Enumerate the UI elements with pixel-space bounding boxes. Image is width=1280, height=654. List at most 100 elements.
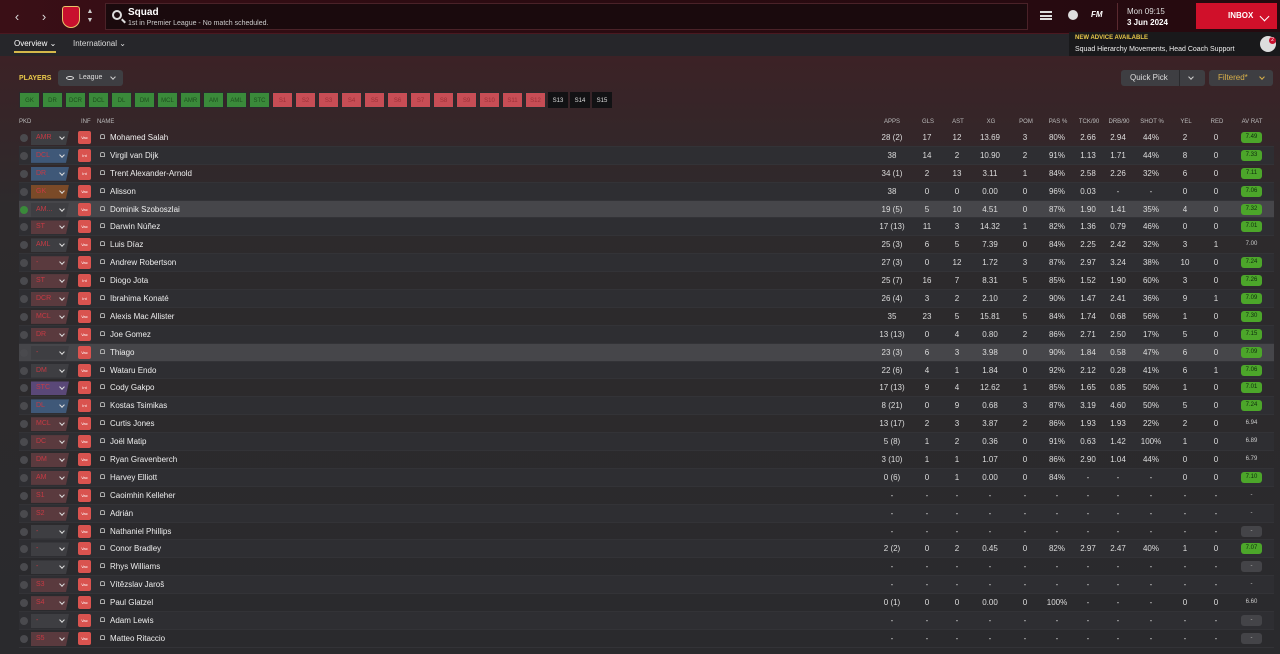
- picked-indicator[interactable]: [20, 295, 28, 304]
- table-row[interactable]: - Vac Thiago 23 (3) 6 3 3.98 0 90% 1.84 0.58 47% 6 0 7…: [19, 343, 1274, 362]
- col-pas[interactable]: PAS %: [1043, 119, 1073, 125]
- position-filter-chip[interactable]: S3: [318, 92, 339, 108]
- table-row[interactable]: DM Vac Wataru Endo 22 (6) 4 1 1.84 0 92% 2.12 0.28…: [19, 361, 1274, 380]
- position-filter-chip[interactable]: DCL: [88, 92, 109, 108]
- date-display[interactable]: Mon 09:15 3 Jun 2024: [1117, 3, 1190, 30]
- col-avrat[interactable]: AV RAT: [1237, 119, 1267, 125]
- club-crest[interactable]: [62, 6, 80, 28]
- picked-indicator[interactable]: [20, 581, 28, 590]
- position-filter-chip[interactable]: S1: [272, 92, 293, 108]
- player-name[interactable]: Trent Alexander-Arnold: [110, 169, 192, 178]
- table-row[interactable]: S5 Vac Matteo Ritaccio - - - - - - - - - - - -: [19, 630, 1274, 648]
- player-name[interactable]: Luis Díaz: [110, 240, 143, 249]
- player-name[interactable]: Andrew Robertson: [110, 258, 176, 267]
- forward-button[interactable]: ›: [36, 9, 52, 25]
- table-row[interactable]: AM Vac Harvey Elliott 0 (6) 0 1 0.00 0 84% - - -0 0 7…: [19, 468, 1274, 487]
- league-dropdown[interactable]: League: [58, 70, 123, 86]
- picked-indicator[interactable]: [20, 223, 28, 232]
- picked-indicator[interactable]: [20, 491, 28, 500]
- table-row[interactable]: S4 Vac Paul Glatzel 0 (1) 0 0 0.00 0 100% - - -0 0 6.…: [19, 594, 1274, 613]
- col-xg[interactable]: XG: [976, 119, 1006, 125]
- player-name[interactable]: Darwin Núñez: [110, 222, 160, 231]
- picked-indicator[interactable]: [20, 277, 28, 286]
- player-name[interactable]: Joe Gomez: [110, 330, 151, 339]
- table-row[interactable]: S3 Vac Vítězslav Jaroš - - - - - - - - - - - -: [19, 576, 1274, 595]
- table-row[interactable]: AMR Vac Mohamed Salah 28 (2) 17 12 13.69 3 80% 2.…: [19, 129, 1274, 147]
- player-name[interactable]: Caoimhin Kelleher: [110, 491, 175, 500]
- table-row[interactable]: STC Int Cody Gakpo 17 (13) 9 4 12.62 1 85% 1.65 0.…: [19, 379, 1274, 398]
- position-filter-chip[interactable]: AMR: [180, 92, 201, 108]
- picked-indicator[interactable]: [20, 330, 28, 339]
- position-filter-chip[interactable]: S9: [456, 92, 477, 108]
- picked-indicator[interactable]: [20, 473, 28, 482]
- player-name[interactable]: Harvey Elliott: [110, 473, 157, 482]
- picked-indicator[interactable]: [20, 509, 28, 518]
- table-row[interactable]: DR Vac Joe Gomez 13 (13) 0 4 0.80 2 86% 2.71 2.50 1…: [19, 325, 1274, 344]
- position-filter-chip[interactable]: AML: [226, 92, 247, 108]
- table-row[interactable]: - Vac Nathaniel Phillips - - - - - - - - - - - -: [19, 523, 1274, 541]
- picked-indicator[interactable]: [20, 563, 28, 572]
- picked-indicator[interactable]: [20, 456, 28, 465]
- col-name[interactable]: NAME: [97, 119, 114, 125]
- table-row[interactable]: S1 Vac Caoimhin Kelleher - - - - - - - - - - - -: [19, 487, 1274, 505]
- position-filter-chip[interactable]: S2: [295, 92, 316, 108]
- col-shot[interactable]: SHOT %: [1137, 119, 1167, 125]
- advice-notification[interactable]: NEW ADVICE AVAILABLE Squad Hierarchy Mov…: [1069, 32, 1280, 58]
- chevron-down-icon[interactable]: [1188, 74, 1194, 80]
- player-name[interactable]: Alexis Mac Allister: [110, 312, 174, 321]
- table-row[interactable]: DM Vac Ryan Gravenberch 3 (10) 1 1 1.07 0 86% 2.9…: [19, 451, 1274, 469]
- player-name[interactable]: Adrián: [110, 509, 133, 518]
- col-red[interactable]: RED: [1202, 119, 1232, 125]
- picked-indicator[interactable]: [20, 348, 28, 357]
- picked-indicator[interactable]: [20, 402, 28, 411]
- table-row[interactable]: DCR Int Ibrahima Konaté 26 (4) 3 2 2.10 2 90% 1.4…: [19, 290, 1274, 308]
- table-row[interactable]: - Vac Adam Lewis - - - - - - - - - - - -: [19, 612, 1274, 630]
- position-filter-chip[interactable]: DR: [42, 92, 63, 108]
- search-bar[interactable]: Squad 1st in Premier League - No match s…: [105, 3, 1028, 30]
- table-row[interactable]: S2 Vac Adrián - - - - - - - - - - - -: [19, 504, 1274, 523]
- table-row[interactable]: DC Vac Joël Matip 5 (8) 1 2 0.36 0 91% 0.63 1.42 10…: [19, 433, 1274, 452]
- inbox-button[interactable]: INBOX: [1196, 3, 1277, 29]
- quick-pick-button[interactable]: Quick Pick: [1121, 70, 1205, 86]
- position-filter-chip[interactable]: DL: [111, 92, 132, 108]
- picked-indicator[interactable]: [20, 312, 28, 321]
- player-name[interactable]: Rhys Williams: [110, 562, 160, 571]
- position-filter-chip[interactable]: DCR: [65, 92, 86, 108]
- tab-overview[interactable]: Overview ⌄: [14, 39, 57, 53]
- picked-indicator[interactable]: [20, 599, 28, 608]
- picked-indicator[interactable]: [20, 241, 28, 250]
- picked-indicator[interactable]: [20, 420, 28, 429]
- position-filter-chip[interactable]: S10: [479, 92, 500, 108]
- player-name[interactable]: Diogo Jota: [110, 276, 148, 285]
- col-gls[interactable]: GLS: [913, 119, 943, 125]
- table-row[interactable]: - Vac Conor Bradley 2 (2) 0 2 0.45 0 82% 2.97 2.47…: [19, 540, 1274, 559]
- player-name[interactable]: Adam Lewis: [110, 616, 154, 625]
- player-name[interactable]: Wataru Endo: [110, 366, 156, 375]
- picked-indicator[interactable]: [20, 634, 28, 643]
- picked-indicator[interactable]: [20, 527, 28, 536]
- table-row[interactable]: DCL Int Virgil van Dijk 38 14 2 10.90 2 91% 1.13 1…: [19, 146, 1274, 165]
- position-filter-chip[interactable]: S8: [433, 92, 454, 108]
- picked-indicator[interactable]: [20, 366, 28, 375]
- filter-dropdown[interactable]: Filtered*: [1209, 70, 1273, 86]
- player-name[interactable]: Paul Glatzel: [110, 598, 153, 607]
- fm-logo[interactable]: FM: [1091, 10, 1103, 19]
- player-name[interactable]: Matteo Ritaccio: [110, 634, 165, 643]
- position-filter-chip[interactable]: S11: [502, 92, 523, 108]
- table-row[interactable]: AML Vac Luis Díaz 25 (3) 6 5 7.39 0 84% 2.25 2.42 3…: [19, 236, 1274, 255]
- club-switch-arrows[interactable]: ▲ ▼: [86, 7, 94, 25]
- table-row[interactable]: DR Int Trent Alexander-Arnold 34 (1) 2 13 3.11…: [19, 165, 1274, 183]
- col-pkd[interactable]: PKD: [19, 119, 31, 125]
- player-name[interactable]: Nathaniel Phillips: [110, 527, 171, 536]
- col-pom[interactable]: POM: [1011, 119, 1041, 125]
- picked-indicator[interactable]: [20, 259, 28, 268]
- back-button[interactable]: ‹: [9, 9, 25, 25]
- table-row[interactable]: AM... Vac Dominik Szoboszlai 19 (5) 5 10 4.51 0…: [19, 200, 1274, 219]
- col-ast[interactable]: AST: [943, 119, 973, 125]
- position-filter-chip[interactable]: DM: [134, 92, 155, 108]
- table-row[interactable]: MCL Vac Alexis Mac Allister 35 23 5 15.81 5 84% 1…: [19, 308, 1274, 326]
- player-name[interactable]: Thiago: [110, 348, 134, 357]
- player-name[interactable]: Curtis Jones: [110, 419, 154, 428]
- picked-indicator[interactable]: [20, 134, 28, 142]
- picked-indicator[interactable]: [20, 438, 28, 447]
